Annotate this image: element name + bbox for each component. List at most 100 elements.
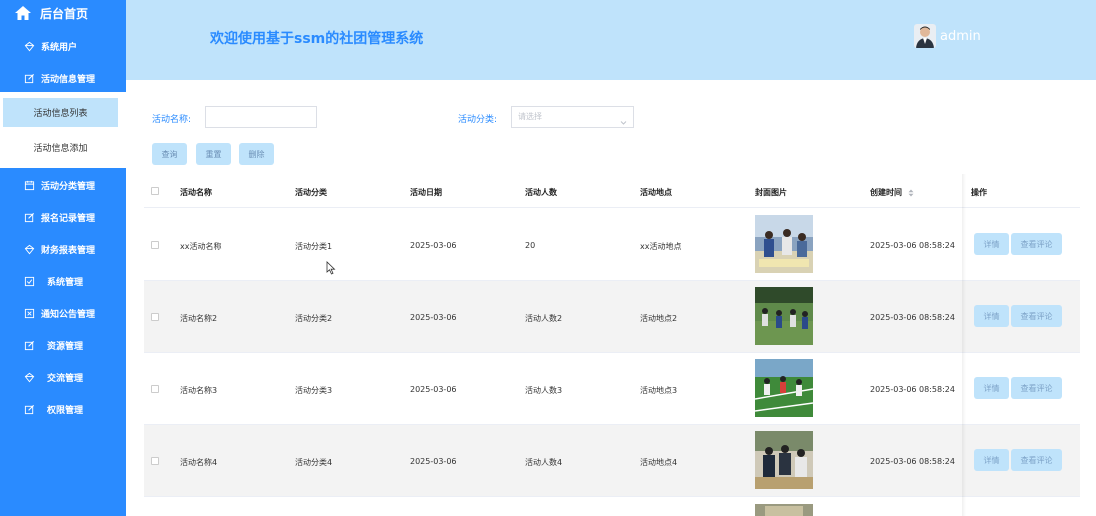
column-header-created[interactable]: 创建时间 [870, 187, 914, 198]
table-row [144, 497, 1080, 516]
cell-category: 活动分类4 [295, 458, 333, 467]
cell-name: xx活动名称 [180, 242, 222, 251]
column-header: 活动分类 [295, 188, 327, 197]
select-all-checkbox[interactable] [151, 187, 159, 195]
home-icon [14, 4, 32, 22]
sidebar-item-system-users[interactable]: 系统用户 [0, 34, 126, 58]
diamond-icon [24, 41, 35, 52]
sidebar-item-activity-info[interactable]: 活动信息管理 [0, 66, 126, 90]
cell-location: 活动地点4 [640, 458, 678, 467]
avatar[interactable] [914, 24, 936, 48]
view-comments-button[interactable]: 查看评论 [1011, 449, 1062, 471]
activity-name-input[interactable] [205, 106, 317, 128]
cell-category: 活动分类1 [295, 242, 333, 251]
cell-location: 活动地点2 [640, 314, 678, 323]
cell-created: 2025-03-06 08:58:24 [870, 385, 955, 394]
sidebar-item-registration[interactable]: 报名记录管理 [0, 205, 126, 229]
column-header: 活动人数 [525, 188, 557, 197]
cell-name: 活动名称3 [180, 386, 218, 395]
sidebar-item-label: 资源管理 [47, 341, 84, 352]
sort-icon[interactable] [908, 189, 914, 197]
detail-button[interactable]: 详情 [974, 449, 1009, 471]
view-comments-button[interactable]: 查看评论 [1011, 233, 1062, 255]
close-box-icon [24, 308, 35, 319]
sidebar-item-label: 活动信息管理 [41, 74, 96, 85]
cell-date: 2025-03-06 [410, 241, 457, 250]
sidebar-item-communication[interactable]: 交流管理 [0, 365, 126, 389]
cell-created: 2025-03-06 08:58:24 [870, 457, 955, 466]
sidebar-item-activity-category[interactable]: 活动分类管理 [0, 173, 126, 197]
table-row: 活动名称4 活动分类4 2025-03-06 活动人数4 活动地点4 2025-… [144, 425, 1080, 497]
sidebar-home-label: 后台首页 [40, 6, 89, 21]
column-header: 活动名称 [180, 188, 212, 197]
query-button[interactable]: 查询 [152, 143, 187, 165]
column-header: 活动地点 [640, 188, 672, 197]
detail-button[interactable]: 详情 [974, 377, 1009, 399]
edit-icon [24, 73, 35, 84]
sidebar-item-finance[interactable]: 财务报表管理 [0, 237, 126, 261]
row-checkbox[interactable] [151, 457, 159, 465]
detail-button[interactable]: 详情 [974, 305, 1009, 327]
page-title: 欢迎使用基于ssm的社团管理系统 [210, 31, 424, 47]
sidebar-item-notice[interactable]: 通知公告管理 [0, 301, 126, 325]
app-root: 后台首页 系统用户 活动信息管理 活动信息列表 活动信息添加 活动分类管理 报名… [0, 0, 1096, 516]
edit-icon [24, 404, 35, 415]
sidebar-item-system[interactable]: 系统管理 [0, 269, 126, 293]
table-row: xx活动名称 活动分类1 2025-03-06 20 xx活动地点 2025-0… [144, 209, 1080, 281]
cover-image [755, 215, 813, 273]
cell-count: 活动人数2 [525, 314, 563, 323]
cell-count: 20 [525, 241, 536, 250]
sidebar-item-label: 交流管理 [47, 373, 84, 384]
edit-icon [24, 340, 35, 351]
submenu-activity-add[interactable]: 活动信息添加 [3, 133, 118, 162]
row-checkbox[interactable] [151, 385, 159, 393]
activity-category-select[interactable]: 请选择 [511, 106, 634, 128]
sidebar-item-label: 报名记录管理 [41, 213, 96, 224]
sidebar-item-label: 系统管理 [47, 277, 84, 288]
cell-name: 活动名称2 [180, 314, 218, 323]
row-checkbox[interactable] [151, 241, 159, 249]
delete-button[interactable]: 删除 [239, 143, 274, 165]
column-header: 活动日期 [410, 188, 442, 197]
cell-location: 活动地点3 [640, 386, 678, 395]
row-checkbox[interactable] [151, 313, 159, 321]
cell-count: 活动人数4 [525, 458, 563, 467]
cell-location: xx活动地点 [640, 242, 682, 251]
username[interactable]: admin [940, 29, 981, 44]
fixed-column-shadow [962, 174, 966, 516]
cell-name: 活动名称4 [180, 458, 218, 467]
view-comments-button[interactable]: 查看评论 [1011, 377, 1062, 399]
column-header-label: 创建时间 [870, 188, 902, 197]
mouse-cursor-icon [326, 260, 336, 275]
submenu-activity-list[interactable]: 活动信息列表 [3, 98, 118, 127]
cover-image [755, 503, 813, 516]
sidebar-item-label: 通知公告管理 [41, 309, 96, 320]
sidebar-item-permission[interactable]: 权限管理 [0, 397, 126, 421]
table-header: 活动名称 活动分类 活动日期 活动人数 活动地点 封面图片 创建时间 操作 [144, 174, 1080, 208]
sidebar-item-label: 活动分类管理 [41, 181, 96, 192]
sidebar-item-label: 权限管理 [47, 405, 84, 416]
cell-created: 2025-03-06 08:58:24 [870, 313, 955, 322]
activity-category-label: 活动分类: [458, 115, 498, 125]
reset-button[interactable]: 重置 [196, 143, 231, 165]
sidebar-home[interactable]: 后台首页 [0, 0, 126, 26]
cell-created: 2025-03-06 08:58:24 [870, 241, 955, 250]
sidebar-item-resource[interactable]: 资源管理 [0, 333, 126, 357]
cell-date: 2025-03-06 [410, 385, 457, 394]
cover-image [755, 287, 813, 345]
header: 欢迎使用基于ssm的社团管理系统 admin [126, 0, 1096, 80]
cover-image [755, 431, 813, 489]
column-header: 操作 [971, 188, 987, 197]
view-comments-button[interactable]: 查看评论 [1011, 305, 1062, 327]
cover-image [755, 359, 813, 417]
table-row: 活动名称2 活动分类2 2025-03-06 活动人数2 活动地点2 2025-… [144, 281, 1080, 353]
detail-button[interactable]: 详情 [974, 233, 1009, 255]
cell-category: 活动分类3 [295, 386, 333, 395]
sidebar-item-label: 财务报表管理 [41, 245, 96, 256]
table-row: 活动名称3 活动分类3 2025-03-06 活动人数3 活动地点3 2025-… [144, 353, 1080, 425]
cell-date: 2025-03-06 [410, 313, 457, 322]
chevron-down-icon [620, 114, 627, 125]
submenu-label: 活动信息列表 [33, 109, 88, 119]
activity-name-label: 活动名称: [152, 115, 192, 125]
cell-date: 2025-03-06 [410, 457, 457, 466]
